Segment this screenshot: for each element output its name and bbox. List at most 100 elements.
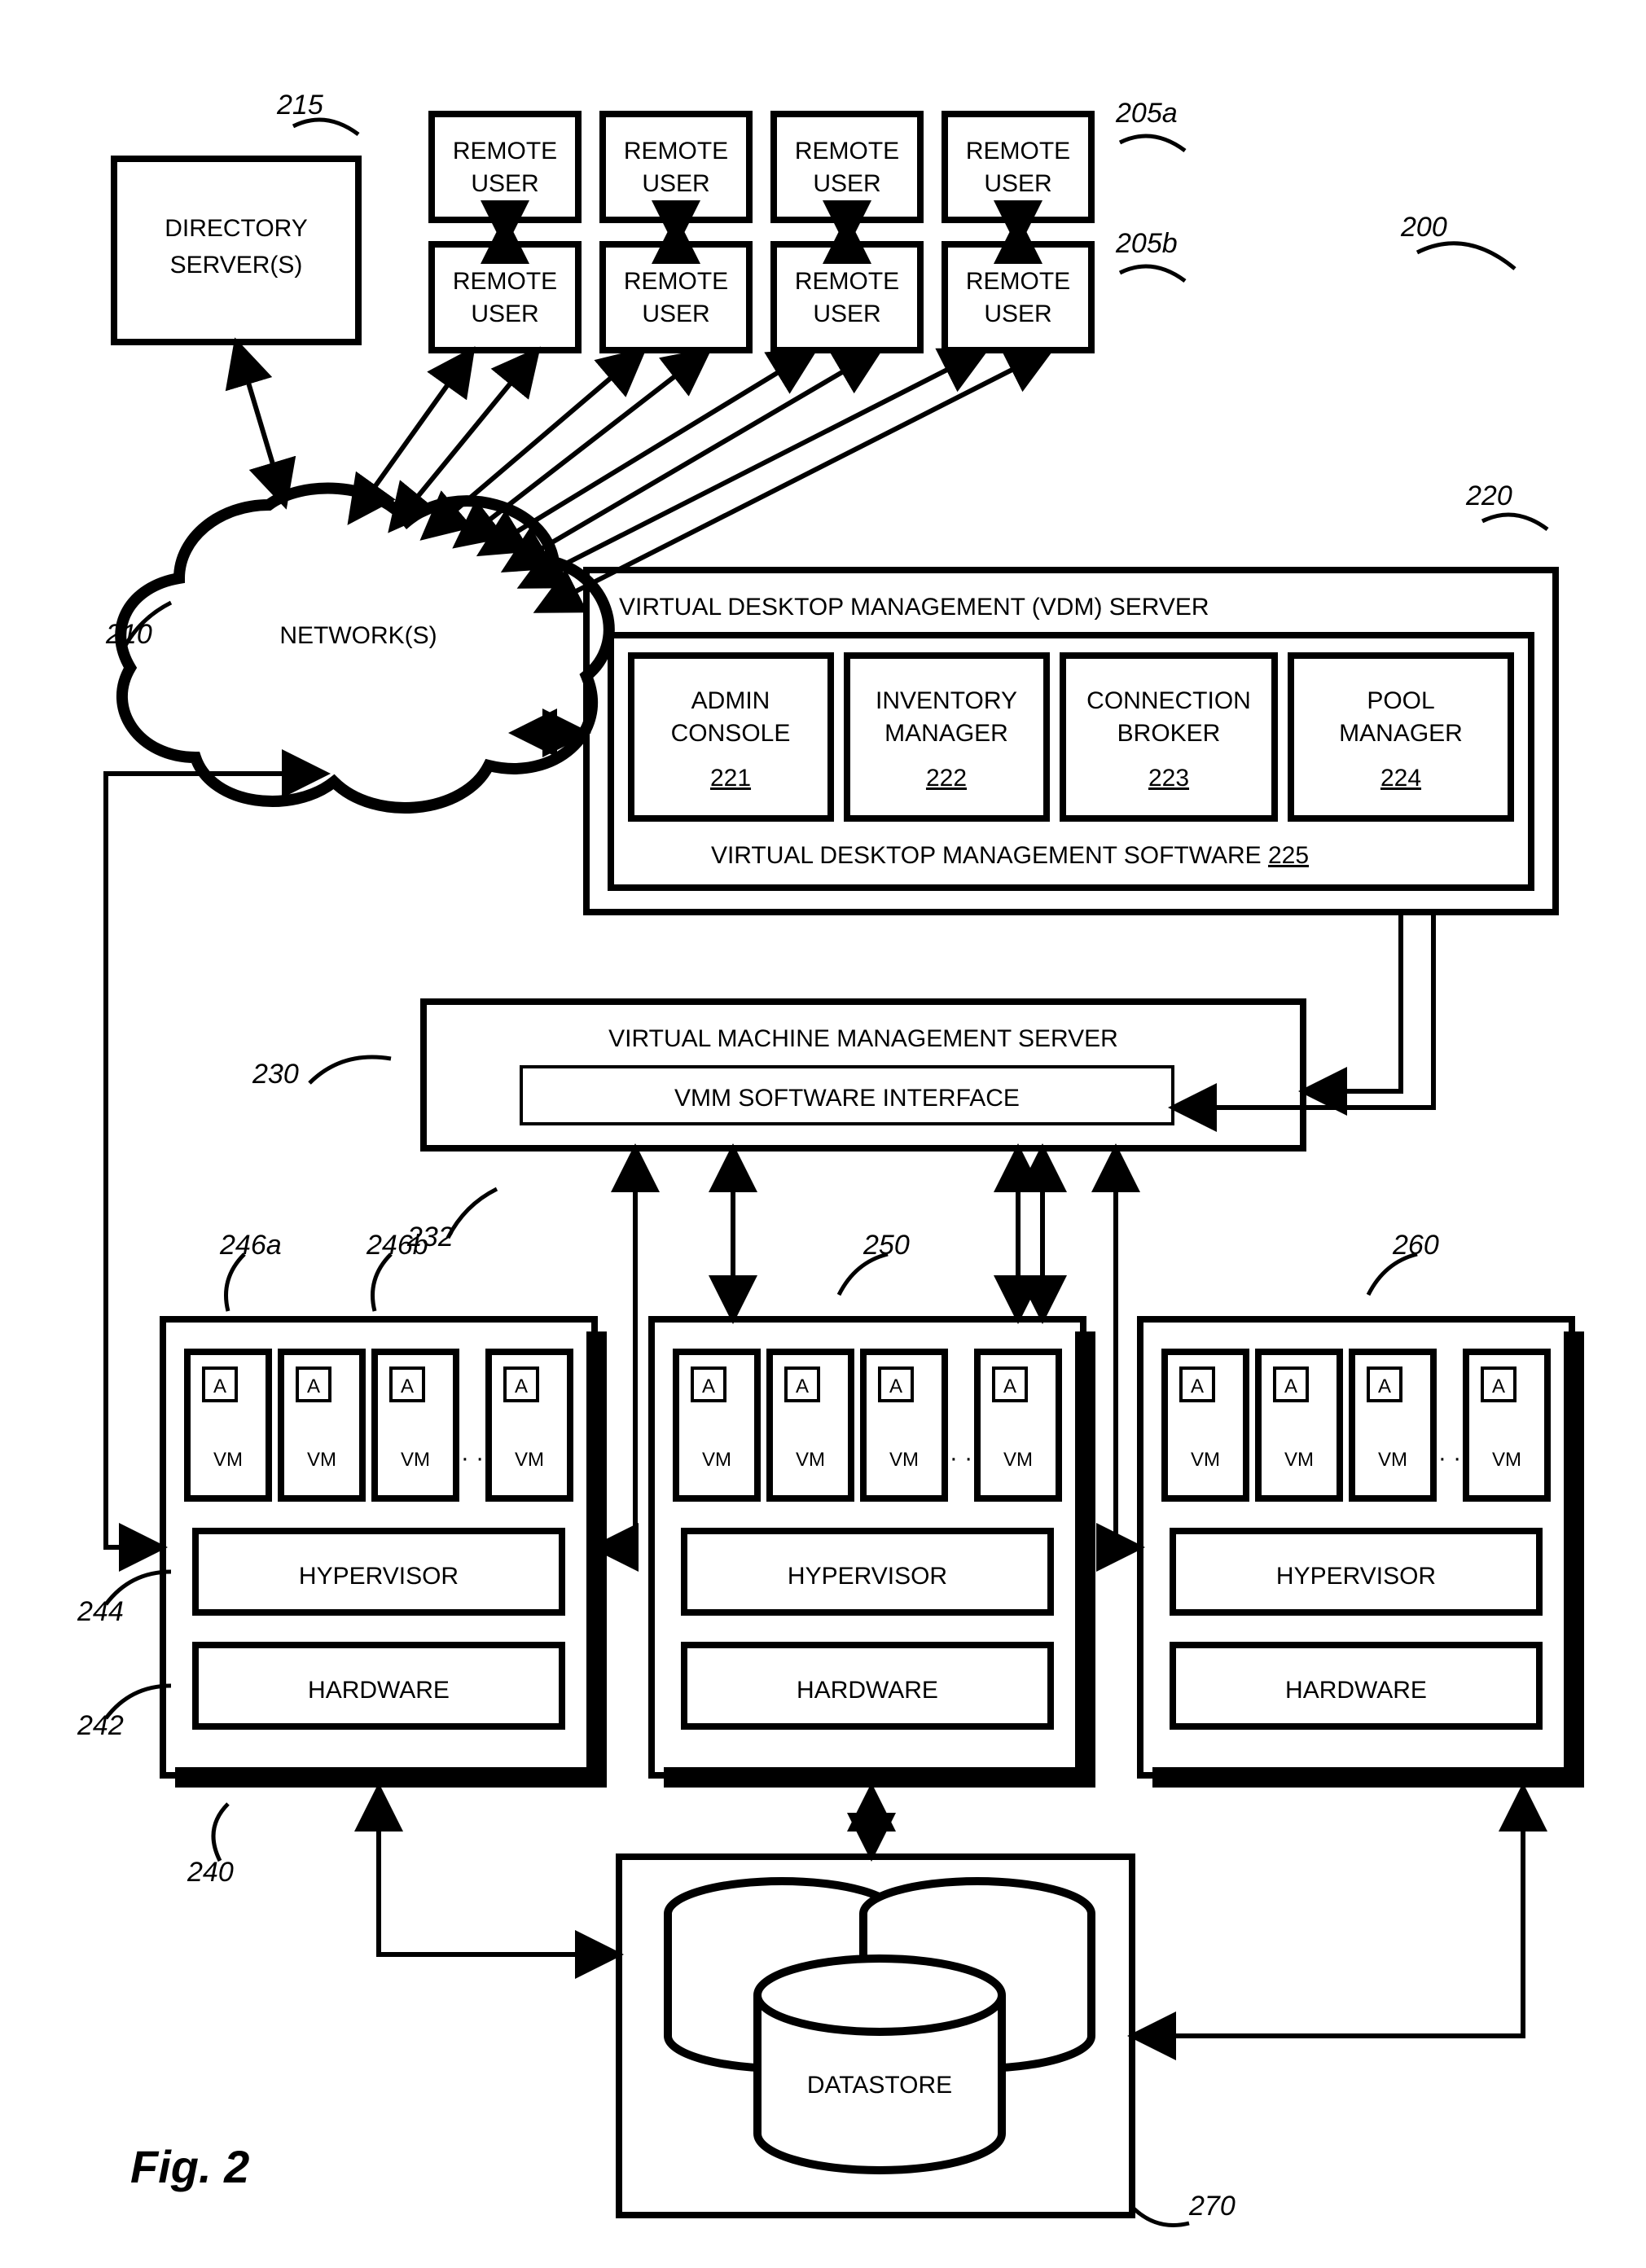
lead-230 <box>309 1057 391 1083</box>
figure-caption: Fig. 2 <box>130 2141 249 2192</box>
pc-250-text: AVM AVM AVM AVM · · HYPERVISOR HARDWARE <box>702 1375 1033 1704</box>
ref-210: 210 <box>105 619 152 650</box>
svg-text:VM: VM <box>1003 1449 1033 1471</box>
ref-225: 225 <box>1268 842 1309 869</box>
svg-text:A: A <box>307 1375 320 1397</box>
svg-text:REMOTE: REMOTE <box>624 138 728 165</box>
svg-text:REMOTE: REMOTE <box>795 138 899 165</box>
svg-text:REMOTE: REMOTE <box>966 268 1070 295</box>
svg-text:VM: VM <box>1284 1449 1314 1471</box>
svg-text:CONNECTION: CONNECTION <box>1086 687 1251 714</box>
lead-205b <box>1120 266 1185 281</box>
svg-text:USER: USER <box>642 300 709 327</box>
svg-text:A: A <box>1191 1375 1204 1397</box>
ref-222: 222 <box>926 765 967 792</box>
ref-244: 244 <box>77 1596 124 1627</box>
svg-text:A: A <box>796 1375 809 1397</box>
svg-text:· ·: · · <box>950 1445 972 1472</box>
lead-200 <box>1417 243 1515 269</box>
user-row-links <box>505 220 1018 244</box>
svg-text:REMOTE: REMOTE <box>453 268 557 295</box>
svg-text:VM: VM <box>515 1449 544 1471</box>
vmms-label: VIRTUAL MACHINE MANAGEMENT SERVER <box>608 1025 1118 1052</box>
svg-text:VM: VM <box>1378 1449 1407 1471</box>
vdm-soft-label: VIRTUAL DESKTOP MANAGEMENT SOFTWARE 225 <box>711 842 1309 869</box>
svg-text:A: A <box>1003 1375 1016 1397</box>
ref-250: 250 <box>863 1230 910 1261</box>
svg-text:REMOTE: REMOTE <box>624 268 728 295</box>
svg-text:HYPERVISOR: HYPERVISOR <box>1276 1563 1436 1590</box>
pc-260-text: AVM AVM AVM AVM · · HYPERVISOR HARDWARE <box>1191 1375 1521 1704</box>
svg-text:USER: USER <box>813 170 880 197</box>
pc-250 <box>652 1319 1095 1788</box>
vdm-title: VIRTUAL DESKTOP MANAGEMENT (VDM) SERVER <box>619 594 1209 621</box>
ref-215: 215 <box>276 90 323 121</box>
svg-text:MANAGER: MANAGER <box>884 720 1008 747</box>
svg-text:USER: USER <box>642 170 709 197</box>
svg-text:A: A <box>401 1375 414 1397</box>
svg-text:A: A <box>515 1375 528 1397</box>
directory-server-box <box>114 159 358 342</box>
svg-text:HARDWARE: HARDWARE <box>308 1677 450 1704</box>
svg-text:HARDWARE: HARDWARE <box>1285 1677 1427 1704</box>
svg-text:HARDWARE: HARDWARE <box>797 1677 938 1704</box>
lead-270 <box>1132 2207 1189 2226</box>
vmmsi-label: VMM SOFTWARE INTERFACE <box>674 1085 1020 1112</box>
remote-users-row1 <box>432 114 1091 220</box>
ref-205b: 205b <box>1115 228 1178 259</box>
svg-text:VM: VM <box>796 1449 825 1471</box>
ref-246b: 246b <box>366 1230 428 1261</box>
ref-223: 223 <box>1148 765 1189 792</box>
ref-221: 221 <box>710 765 751 792</box>
svg-text:USER: USER <box>813 300 880 327</box>
servers-label: SERVER(S) <box>170 252 303 279</box>
svg-text:INVENTORY: INVENTORY <box>876 687 1017 714</box>
ref-200: 200 <box>1400 212 1447 243</box>
svg-text:VM: VM <box>702 1449 731 1471</box>
svg-text:HYPERVISOR: HYPERVISOR <box>788 1563 947 1590</box>
svg-text:A: A <box>1492 1375 1505 1397</box>
svg-text:A: A <box>1378 1375 1391 1397</box>
pc-260 <box>1140 1319 1584 1788</box>
lead-205a <box>1120 136 1185 151</box>
svg-text:POOL: POOL <box>1367 687 1434 714</box>
svg-text:MANAGER: MANAGER <box>1339 720 1463 747</box>
svg-text:· ·: · · <box>1438 1445 1461 1472</box>
svg-text:REMOTE: REMOTE <box>795 268 899 295</box>
ref-270: 270 <box>1188 2191 1236 2222</box>
svg-text:BROKER: BROKER <box>1117 720 1221 747</box>
networks-label: NETWORK(S) <box>279 622 437 649</box>
vdm-module-labels: ADMINCONSOLE 221 INVENTORYMANAGER 222 CO… <box>671 687 1463 792</box>
lead-215 <box>293 120 358 134</box>
svg-text:REMOTE: REMOTE <box>453 138 557 165</box>
svg-text:· ·: · · <box>461 1445 484 1472</box>
lead-232 <box>448 1189 497 1238</box>
datastore-label: DATASTORE <box>807 2072 952 2099</box>
svg-text:USER: USER <box>471 170 538 197</box>
remote-users-row1-text: REMOTEUSER REMOTEUSER REMOTEUSER REMOTEU… <box>453 138 1070 197</box>
svg-text:VM: VM <box>889 1449 919 1471</box>
lead-220 <box>1482 515 1547 529</box>
ref-240: 240 <box>187 1857 234 1888</box>
svg-text:USER: USER <box>471 300 538 327</box>
svg-text:VM: VM <box>401 1449 430 1471</box>
ref-224: 224 <box>1380 765 1421 792</box>
svg-text:A: A <box>889 1375 902 1397</box>
pc-240-text: A VM A VM A VM A VM · · HYPERVISOR HARDWARE <box>213 1375 544 1704</box>
ref-260: 260 <box>1392 1230 1439 1261</box>
svg-text:VM: VM <box>307 1449 336 1471</box>
svg-text:REMOTE: REMOTE <box>966 138 1070 165</box>
ref-220: 220 <box>1465 480 1512 511</box>
svg-text:USER: USER <box>984 300 1051 327</box>
link-cloud-pc1 <box>106 774 326 1547</box>
ref-246a: 246a <box>219 1230 282 1261</box>
svg-text:HYPERVISOR: HYPERVISOR <box>299 1563 459 1590</box>
svg-text:VM: VM <box>213 1449 243 1471</box>
svg-text:A: A <box>213 1375 226 1397</box>
svg-text:A: A <box>1284 1375 1297 1397</box>
svg-text:VM: VM <box>1492 1449 1521 1471</box>
svg-text:ADMIN: ADMIN <box>691 687 770 714</box>
ref-205a: 205a <box>1115 98 1178 129</box>
ref-230: 230 <box>252 1059 299 1090</box>
remote-users-row2-text: REMOTE USER REMOTE USER REMOTE USER REMOTE U… <box>453 268 1070 327</box>
